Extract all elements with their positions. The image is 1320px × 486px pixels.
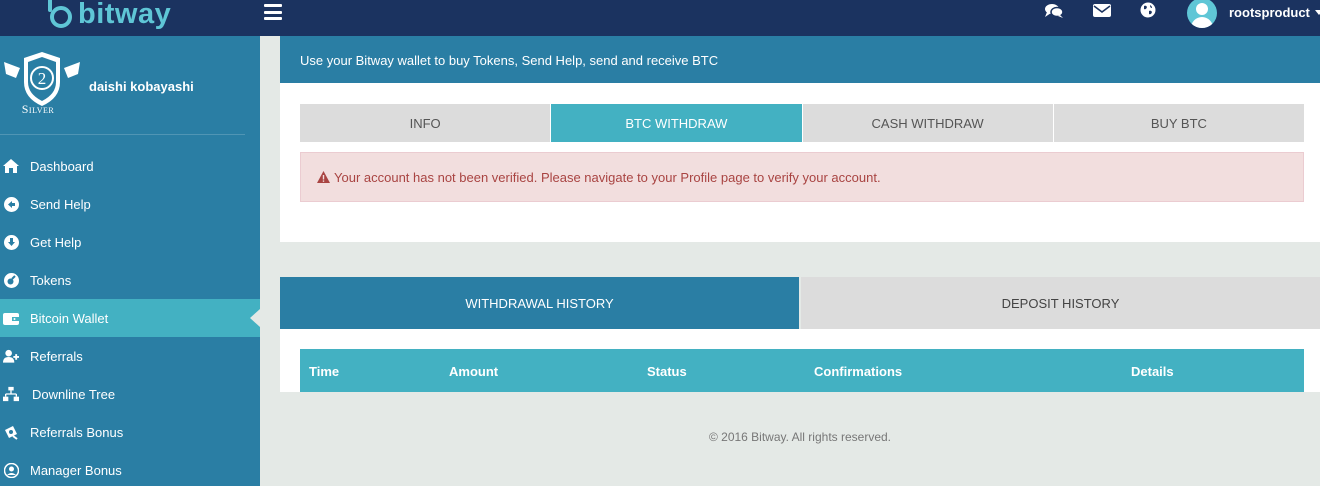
brand-logo[interactable]: bitway — [48, 0, 172, 32]
sidebar-item-label: Tokens — [30, 272, 72, 288]
sidebar-item-dashboard[interactable]: Dashboard — [0, 147, 260, 185]
warning-icon — [317, 171, 330, 183]
send-circle-icon — [3, 196, 19, 212]
tab-btc-withdraw[interactable]: BTC WITHDRAW — [551, 104, 802, 142]
sidebar-item-referrals[interactable]: Referrals — [0, 337, 260, 375]
user-avatar[interactable] — [1187, 0, 1217, 28]
comments-icon[interactable] — [1044, 2, 1064, 20]
history-tabs: WITHDRAWAL HISTORY DEPOSIT HISTORY — [280, 277, 1320, 329]
sidebar-item-tokens[interactable]: Tokens — [0, 261, 260, 299]
sidebar-item-label: Get Help — [30, 234, 82, 250]
column-header-confirmations[interactable]: Confirmations — [814, 364, 902, 379]
verification-alert: Your account has not been verified. Plea… — [300, 152, 1304, 202]
column-header-time[interactable]: Time — [309, 364, 339, 379]
sidebar-item-label: Send Help — [30, 196, 91, 212]
tab-info[interactable]: INFO — [300, 104, 551, 142]
column-header-status[interactable]: Status — [647, 364, 687, 379]
sidebar-item-label: Bitcoin Wallet — [30, 310, 109, 326]
sidebar-item-bitcoin-wallet[interactable]: Bitcoin Wallet — [0, 299, 260, 337]
tab-withdrawal-history[interactable]: WITHDRAWAL HISTORY — [280, 277, 799, 329]
bitway-logo-icon — [48, 0, 72, 28]
download-circle-icon — [3, 234, 19, 250]
column-header-amount[interactable]: Amount — [449, 364, 498, 379]
footer-copyright: © 2016 Bitway. All rights reserved. — [708, 430, 892, 444]
sidebar-item-label: Downline Tree — [32, 386, 116, 402]
svg-text:2: 2 — [38, 69, 47, 88]
wallet-tabs: INFO BTC WITHDRAW CASH WITHDRAW BUY BTC — [300, 104, 1304, 142]
gift-icon — [3, 424, 19, 440]
sidebar-item-label: Referrals — [30, 348, 83, 364]
envelope-icon[interactable] — [1093, 2, 1113, 20]
sidebar-item-get-help[interactable]: Get Help — [0, 223, 260, 261]
table-header: Time Amount Status Confirmations Details — [300, 349, 1304, 392]
history-table: Time Amount Status Confirmations Details — [280, 329, 1320, 392]
sidebar-item-label: Manager Bonus — [30, 462, 122, 478]
globe-icon[interactable] — [1140, 2, 1160, 20]
sidebar-divider — [0, 134, 245, 135]
wallet-icon — [3, 310, 19, 326]
sidebar: 2 Silver daishi kobayashi Dashboard Send… — [0, 36, 260, 486]
tab-cash-withdraw[interactable]: CASH WITHDRAW — [802, 104, 1053, 142]
sidebar-nav: Dashboard Send Help Get Help Tokens Bitc… — [0, 147, 260, 486]
user-circle-icon — [3, 462, 19, 478]
tab-buy-btc[interactable]: BUY BTC — [1053, 104, 1304, 142]
alert-message: Your account has not been verified. Plea… — [334, 169, 881, 185]
top-navbar: bitway rootsproduct — [0, 0, 1320, 36]
brand-name: bitway — [78, 0, 172, 30]
users-icon — [3, 348, 19, 364]
sidebar-item-send-help[interactable]: Send Help — [0, 185, 260, 223]
badge-label: Silver — [21, 102, 55, 116]
home-icon — [3, 158, 19, 174]
hamburger-icon[interactable] — [264, 4, 282, 20]
sidebar-item-label: Referrals Bonus — [30, 424, 124, 440]
profile-name: daishi kobayashi — [89, 79, 194, 94]
username[interactable]: rootsproduct — [1229, 5, 1310, 20]
column-header-details[interactable]: Details — [1131, 364, 1174, 379]
sidebar-item-label: Dashboard — [30, 158, 94, 174]
sidebar-item-downline-tree[interactable]: Downline Tree — [0, 375, 260, 413]
sidebar-item-manager-bonus[interactable]: Manager Bonus — [0, 451, 260, 486]
page-subtitle: Use your Bitway wallet to buy Tokens, Se… — [300, 53, 719, 68]
wallet-panel: INFO BTC WITHDRAW CASH WITHDRAW BUY BTC … — [280, 83, 1320, 242]
sitemap-icon — [3, 386, 19, 402]
token-icon — [3, 272, 19, 288]
page-hero: Use your Bitway wallet to buy Tokens, Se… — [280, 36, 1320, 83]
chevron-down-icon[interactable] — [1315, 10, 1320, 15]
sidebar-item-referrals-bonus[interactable]: Referrals Bonus — [0, 413, 260, 451]
tab-deposit-history[interactable]: DEPOSIT HISTORY — [801, 277, 1320, 329]
